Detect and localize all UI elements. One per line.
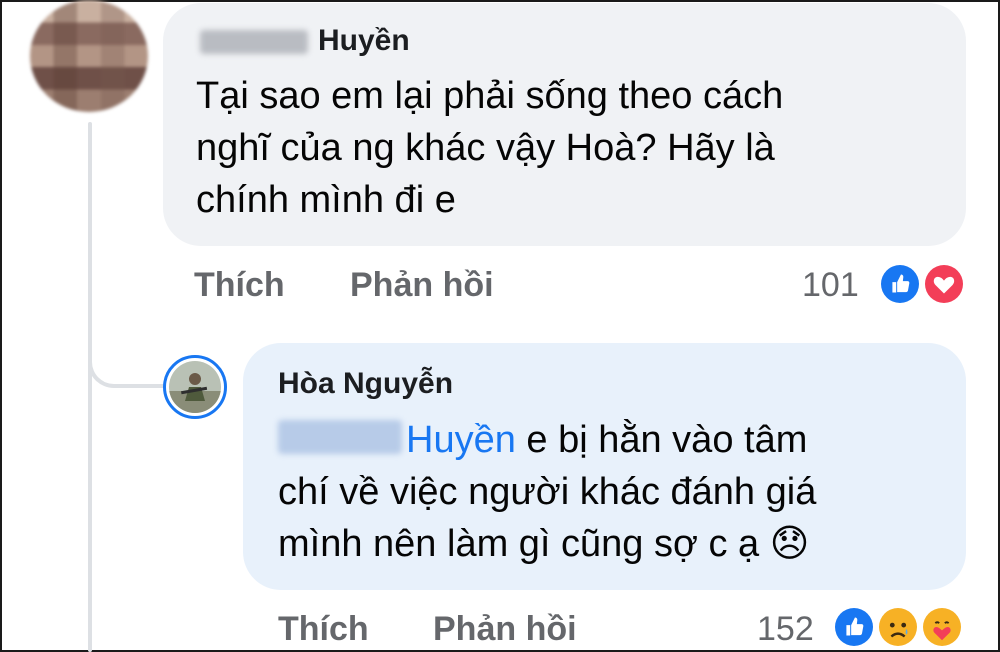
comment-line: chính mình đi e: [196, 179, 456, 221]
care-icon: [920, 605, 964, 649]
comment-line: nghĩ của ng khác vậy Hoà? Hãy là: [196, 127, 775, 169]
reply-button[interactable]: Phản hồi: [433, 610, 577, 649]
like-icon: [878, 262, 922, 306]
thread-connector: [88, 330, 163, 388]
thread-line: [88, 122, 92, 652]
reaction-count[interactable]: 152: [757, 610, 814, 649]
sad-icon: [876, 605, 920, 649]
comment-line: Tại sao em lại phải sống theo cách: [196, 75, 784, 117]
reply-line: Huyền e bị hằn vào tâm: [278, 414, 816, 466]
comment-text: Tại sao em lại phải sống theo cách nghĩ …: [196, 70, 783, 226]
mention-link[interactable]: Huyền: [406, 419, 516, 461]
reply-line: chí về việc người khác đánh giá: [278, 471, 817, 513]
love-icon: [922, 262, 966, 306]
reply-line: mình nên làm gì cũng sợ c ạ 😞: [278, 518, 816, 570]
reaction-count[interactable]: 101: [802, 266, 859, 305]
like-button[interactable]: Thích: [278, 610, 369, 649]
reply-line-text: mình nên làm gì cũng sợ c ạ: [278, 523, 770, 565]
reply-author-name[interactable]: Hòa Nguyễn: [278, 367, 453, 401]
reply-text: Huyền e bị hằn vào tâm chí về việc người…: [278, 414, 816, 570]
reply-line-text: e bị hằn vào tâm: [515, 419, 808, 461]
comment-author-name[interactable]: Huyền: [318, 24, 410, 58]
like-button[interactable]: Thích: [194, 266, 285, 305]
commenter-avatar-pixelated[interactable]: [30, 0, 148, 112]
like-icon: [832, 605, 876, 649]
reply-avatar[interactable]: [163, 355, 227, 419]
redacted-name: [200, 30, 308, 54]
sad-emoji: 😞: [769, 523, 810, 565]
reply-button[interactable]: Phản hồi: [350, 266, 494, 305]
